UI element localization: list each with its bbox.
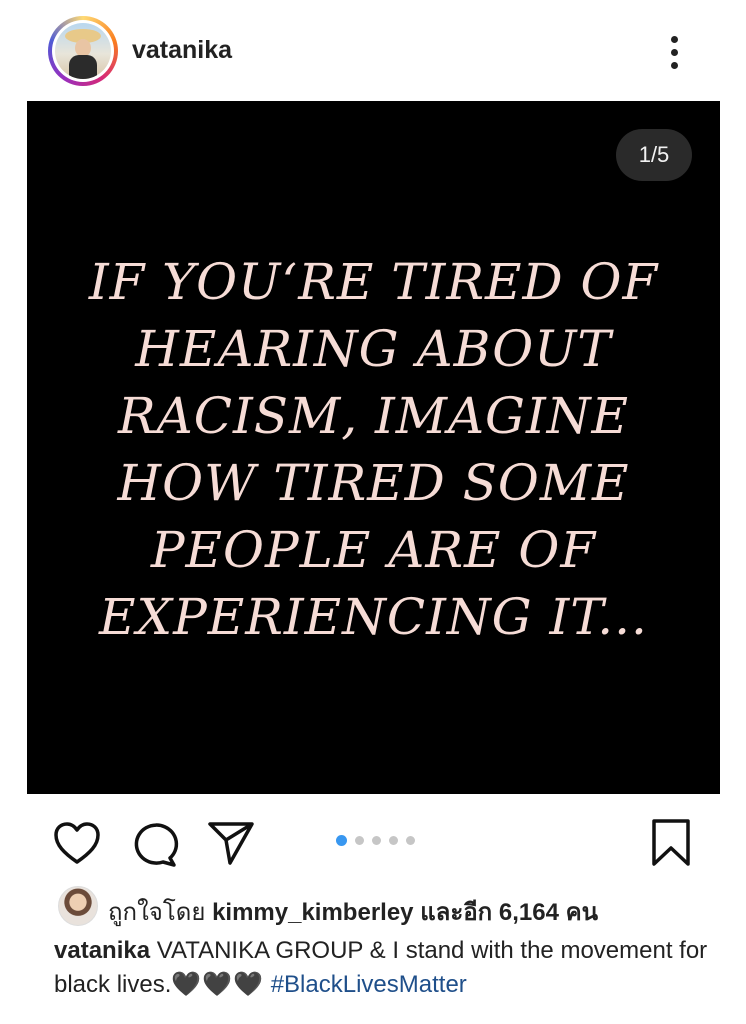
carousel-dot[interactable] [389, 836, 398, 846]
carousel-counter: 1/5 [616, 129, 692, 181]
carousel-dots [336, 832, 423, 847]
paper-plane-icon[interactable] [206, 818, 256, 866]
likes-row: ถูกใจโดย kimmy_kimberley และอีก 6,164 คน [0, 884, 746, 928]
action-bar [0, 808, 746, 868]
post-header: vatanika [0, 0, 746, 100]
liker-avatar[interactable] [58, 886, 98, 926]
carousel-dot[interactable] [336, 835, 347, 847]
post-username[interactable]: vatanika [132, 36, 232, 65]
quote-line: EXPERIENCING IT... [99, 588, 648, 646]
likes-text[interactable]: ถูกใจโดย kimmy_kimberley และอีก 6,164 คน [108, 892, 598, 931]
quote-line: IF YOU‘RE TIRED OF [88, 253, 659, 311]
likes-count[interactable]: 6,164 [499, 899, 559, 926]
carousel-dot[interactable] [406, 836, 415, 846]
comment-icon[interactable] [130, 820, 180, 868]
quote-text: IF YOU‘RE TIRED OF HEARING ABOUT RACISM,… [27, 249, 720, 651]
post-caption: vatanika VATANIKA GROUP & I stand with t… [54, 934, 714, 1002]
caption-username[interactable]: vatanika [54, 937, 150, 964]
quote-line: PEOPLE ARE OF [150, 521, 597, 579]
carousel-dot[interactable] [355, 836, 364, 846]
heart-icon[interactable] [52, 820, 102, 866]
post-image[interactable]: 1/5 IF YOU‘RE TIRED OF HEARING ABOUT RAC… [27, 101, 720, 794]
quote-line: RACISM, IMAGINE [118, 387, 629, 445]
avatar-photo [55, 23, 111, 79]
caption-emoji: 🖤🖤🖤 [171, 971, 265, 998]
hashtag-link[interactable]: #BlackLivesMatter [271, 971, 467, 998]
bookmark-icon[interactable] [650, 818, 692, 868]
liker-username[interactable]: kimmy_kimberley [212, 899, 413, 926]
carousel-dot[interactable] [372, 836, 381, 846]
profile-avatar[interactable] [48, 16, 118, 86]
more-vertical-icon[interactable] [666, 34, 684, 70]
quote-line: HOW TIRED SOME [117, 454, 630, 512]
quote-line: HEARING ABOUT [135, 320, 612, 378]
